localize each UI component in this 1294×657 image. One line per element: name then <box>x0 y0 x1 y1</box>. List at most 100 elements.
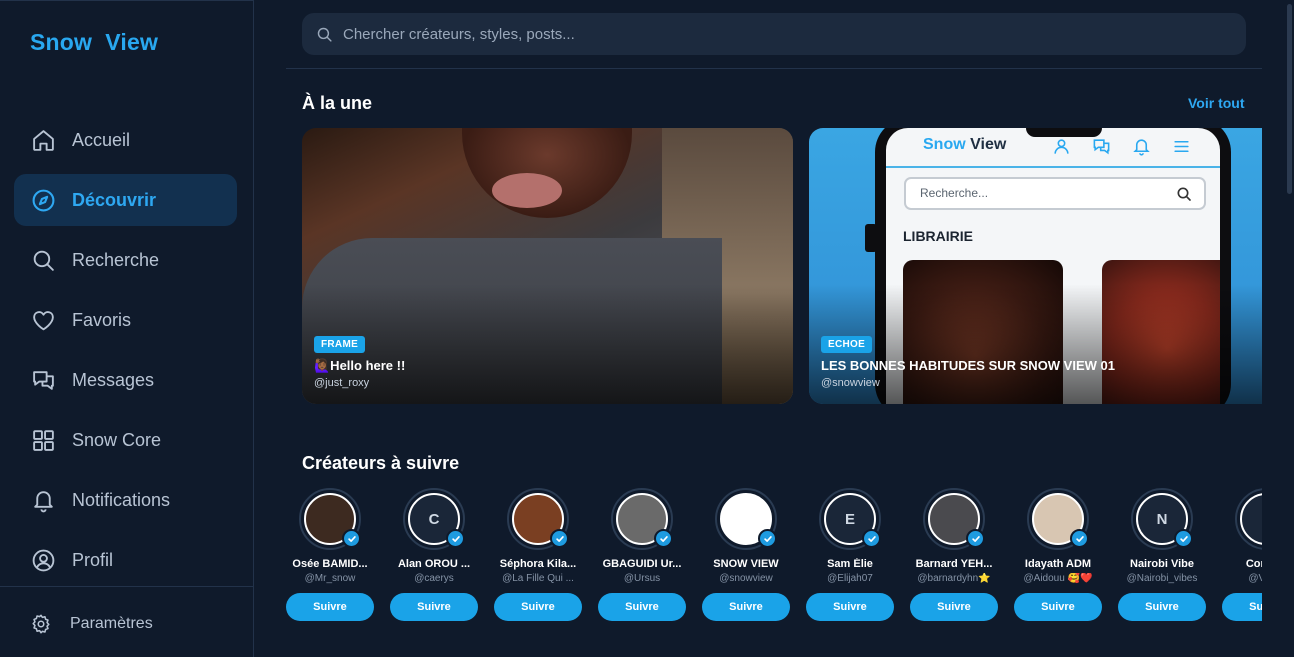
mockup-logo: Snow View <box>923 136 1007 153</box>
follow-button[interactable]: Suivre <box>806 593 894 621</box>
card-handle: @snowview <box>821 377 880 389</box>
follow-button[interactable]: Suivre <box>910 593 998 621</box>
follow-button[interactable]: Suivre <box>494 593 582 621</box>
sidebar-item-label: Messages <box>72 369 155 390</box>
creator-name: SNOW VIEW <box>713 558 779 570</box>
sidebar-nav: Accueil Découvrir Recherche Favoris Mess… <box>14 114 237 594</box>
avatar-ring <box>715 488 777 550</box>
sidebar-item-label: Profil <box>72 549 114 570</box>
sidebar-item-label: Accueil <box>72 129 131 150</box>
creator-handle: @Ursus <box>623 573 661 584</box>
creator-card: Idayath ADM @Aidouu 🥰❤️ Suivre <box>1014 488 1102 621</box>
sidebar: Snow View Accueil Découvrir Recherche Fa… <box>0 0 254 657</box>
avatar-ring: N <box>1131 488 1193 550</box>
user-icon <box>1052 137 1071 155</box>
creator-handle: @barnardyhn⭐ <box>917 573 991 584</box>
scrollbar[interactable] <box>1285 0 1294 657</box>
creator-handle: @La Fille Qui ... <box>502 573 574 584</box>
follow-button[interactable]: Suivre <box>1222 593 1262 621</box>
follow-button[interactable]: Suivre <box>390 593 478 621</box>
sidebar-item-messages[interactable]: Messages <box>14 354 237 406</box>
mockup-section-title: LIBRAIRIE <box>903 228 973 244</box>
creator-card: SNOW VIEW @snowview Suivre <box>702 488 790 621</box>
see-all-link[interactable]: Voir tout <box>1188 95 1245 111</box>
search-icon <box>317 27 332 42</box>
follow-button[interactable]: Suivre <box>702 593 790 621</box>
sidebar-item-favoris[interactable]: Favoris <box>14 294 237 346</box>
sidebar-item-accueil[interactable]: Accueil <box>14 114 237 166</box>
search-icon <box>1177 187 1191 201</box>
creator-card: Séphora Kila... @La Fille Qui ... Suivre <box>494 488 582 621</box>
featured-card[interactable]: Snow View Recherche... LIBRAIRIE ECHOE L… <box>809 128 1262 404</box>
sidebar-item-profil[interactable]: Profil <box>14 534 237 586</box>
gear-icon <box>32 614 50 634</box>
bell-icon <box>1132 137 1151 156</box>
compass-icon <box>30 187 56 213</box>
creator-card: N Nairobi Vibe @Nairobi_vibes Suivre <box>1118 488 1206 621</box>
sidebar-item-label: Découvrir <box>72 189 157 210</box>
creator-name: Barnard YEH... <box>915 558 993 570</box>
follow-button[interactable]: Suivre <box>1014 593 1102 621</box>
mockup-icons <box>1052 137 1191 156</box>
app-root: Snow View Accueil Découvrir Recherche Fa… <box>0 0 1294 657</box>
verified-badge-icon <box>758 529 777 548</box>
card-handle: @just_roxy <box>314 377 370 389</box>
follow-button[interactable]: Suivre <box>598 593 686 621</box>
card-title: 🙋🏾‍♀️Hello here !! <box>314 358 406 373</box>
phone-notch <box>1026 128 1102 137</box>
sidebar-item-recherche[interactable]: Recherche <box>14 234 237 286</box>
follow-button[interactable]: Suivre <box>286 593 374 621</box>
settings-link[interactable]: Paramètres <box>30 613 153 635</box>
follow-button[interactable]: Suivre <box>1118 593 1206 621</box>
creator-name: Nairobi Vibe <box>1130 558 1194 570</box>
creator-handle: @snowview <box>719 573 773 584</box>
card-tag: FRAME <box>314 336 366 353</box>
featured-card[interactable]: FRAME 🙋🏾‍♀️Hello here !! @just_roxy <box>302 128 793 404</box>
creator-handle: @Aidouu 🥰❤️ <box>1023 573 1093 584</box>
user-icon <box>30 547 56 573</box>
avatar-ring <box>1235 488 1262 550</box>
sidebar-item-snow-core[interactable]: Snow Core <box>14 414 237 466</box>
creator-name: Alan OROU ... <box>397 558 471 570</box>
heart-icon <box>30 307 56 333</box>
sidebar-item-label: Favoris <box>72 309 132 330</box>
messages-icon <box>30 367 56 393</box>
creator-name: Sam Élie <box>827 558 873 570</box>
creator-card: Concep @Vecto Suivre <box>1222 488 1262 621</box>
creator-card: C Alan OROU ... @caerys Suivre <box>390 488 478 621</box>
search-input[interactable] <box>343 25 1223 43</box>
creator-name: Séphora Kila... <box>499 558 577 570</box>
sidebar-item-label: Notifications <box>72 489 171 510</box>
creators-list: Osée BAMID... @Mr_snow Suivre C Alan OROU ..… <box>286 488 1262 628</box>
avatar-ring <box>611 488 673 550</box>
search-icon <box>30 247 56 273</box>
avatar-ring: E <box>819 488 881 550</box>
avatar[interactable] <box>1240 493 1262 545</box>
creator-name: Concep <box>1245 558 1262 570</box>
sidebar-item-decouvrir[interactable]: Découvrir <box>14 174 237 226</box>
creators-title: Créateurs à suivre <box>302 453 460 473</box>
sidebar-item-notifications[interactable]: Notifications <box>14 474 237 526</box>
creator-handle: @Nairobi_vibes <box>1126 573 1198 584</box>
verified-badge-icon <box>550 529 569 548</box>
verified-badge-icon <box>1070 529 1089 548</box>
creator-name: GBAGUIDI Ur... <box>602 558 682 570</box>
app-logo[interactable]: Snow View <box>30 29 158 56</box>
creator-handle: @Mr_snow <box>304 573 356 584</box>
messages-icon <box>1092 137 1111 155</box>
featured-title: À la une <box>302 93 373 113</box>
creator-card: GBAGUIDI Ur... @Ursus Suivre <box>598 488 686 621</box>
scrollbar-thumb[interactable] <box>1287 4 1292 194</box>
verified-badge-icon <box>654 529 673 548</box>
verified-badge-icon <box>342 529 361 548</box>
card-photo-lips <box>492 173 562 208</box>
sidebar-item-label: Recherche <box>72 249 160 270</box>
creator-card: Osée BAMID... @Mr_snow Suivre <box>286 488 374 621</box>
verified-badge-icon <box>446 529 465 548</box>
sidebar-divider <box>0 586 253 587</box>
creator-name: Osée BAMID... <box>292 558 368 570</box>
topbar <box>286 0 1262 69</box>
creator-handle: @Vecto <box>1248 573 1262 584</box>
verified-badge-icon <box>1174 529 1193 548</box>
menu-icon <box>1172 137 1191 155</box>
